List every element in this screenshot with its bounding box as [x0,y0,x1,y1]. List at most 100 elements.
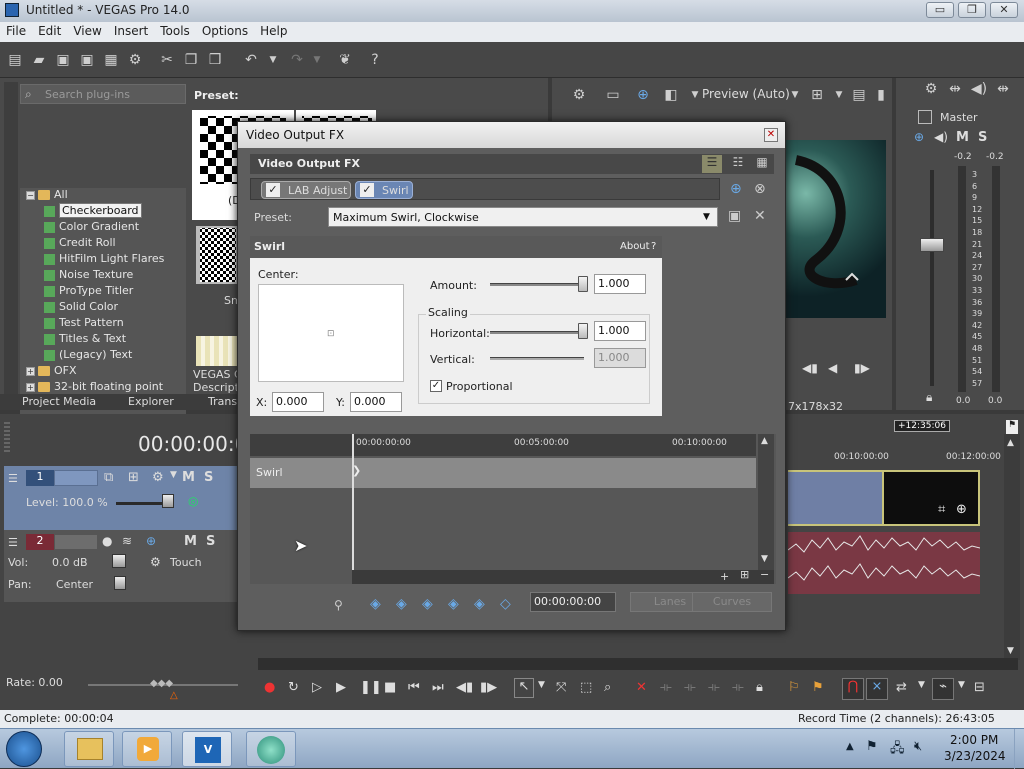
center-picker[interactable]: ⊡ [258,284,404,382]
help-question-icon[interactable]: ? [651,241,656,252]
track-2-solo-button[interactable]: S [206,534,215,549]
cut-icon[interactable]: ✂ [158,51,176,69]
tree-item[interactable]: Test Pattern [44,316,124,332]
copy-snapshot-icon[interactable]: ▤ [850,86,868,104]
delete-icon[interactable]: ✕ [636,680,647,695]
prev-frame-icon[interactable]: ◀▮ [802,361,818,375]
tree-item[interactable]: (Legacy) Text [44,348,132,364]
split-view-icon[interactable]: ◧ [662,86,680,104]
trim-end-icon[interactable]: ⟛ [684,680,696,695]
save-icon[interactable]: ▣ [54,51,72,69]
marker-flag-icon[interactable]: ⚑ [1006,420,1018,434]
monitor-icon[interactable]: ▭ [604,86,622,104]
redo-icon[interactable]: ↷ [288,51,306,69]
new-file-icon[interactable]: ▤ [6,51,24,69]
overlays-dropdown-icon[interactable]: ▼ [830,86,848,104]
vertical-slider[interactable] [490,357,584,360]
lock-icon[interactable]: 🔒︎ [756,680,763,695]
close-window-button[interactable]: ✕ [990,2,1018,18]
track-collapse-icon[interactable]: ☰ [8,472,18,485]
envelopes-dropdown-icon[interactable]: ▼ [958,680,965,690]
ignore-grouping-icon[interactable]: ⊟ [974,680,985,695]
master-bypass-icon[interactable]: ◀) [934,130,948,144]
trim-icon[interactable]: ⟛ [732,680,744,695]
y-input[interactable]: 0.000 [350,392,402,412]
tree-item[interactable]: Titles & Text [44,332,126,348]
kf-zoom-out-icon[interactable]: − [760,568,769,581]
go-to-start-icon[interactable]: ⏮ [408,680,420,695]
stop-icon[interactable]: ■ [384,680,396,695]
restore-button[interactable]: ❐ [958,2,986,18]
split-icon[interactable]: ⟛ [708,680,720,695]
quality-dropdown-icon[interactable]: ▼ [786,86,804,104]
track-2-pan-thumb[interactable] [114,576,126,590]
track-composite-icon[interactable]: ⊞ [128,470,139,485]
horizontal-slider-thumb[interactable] [578,323,588,339]
go-to-end-icon[interactable]: ⏭ [432,680,444,695]
master-fx-gear-icon[interactable]: ⚙ [922,80,940,98]
undo-dropdown-icon[interactable]: ▼ [264,51,282,69]
horizontal-input[interactable]: 1.000 [594,321,646,341]
expand-toggle-icon[interactable]: + [26,382,35,392]
proportional-checkbox[interactable]: ✓ [430,380,442,392]
loop-playback-icon[interactable]: ↻ [288,680,299,695]
redo-dropdown-icon[interactable]: ▼ [308,51,326,69]
last-keyframe-icon[interactable]: ◈ [448,596,459,612]
prev-frame-transport-icon[interactable]: ◀▮ [456,680,473,695]
edit-tool-dropdown-icon[interactable]: ▼ [538,680,545,690]
track-1-level-thumb[interactable] [162,494,174,508]
track-fx-dropdown-icon[interactable]: ▼ [170,470,177,480]
paste-icon[interactable]: ❒ [206,51,224,69]
sync-cursor-lock-icon[interactable]: ⚲ [334,598,343,612]
master-automation-icon[interactable]: ⇹ [994,80,1012,98]
master-fader-handle[interactable] [920,238,944,252]
collapse-toggle-icon[interactable]: − [26,190,35,200]
tree-item[interactable]: Solid Color [44,300,118,316]
insert-marker-icon[interactable]: ⚐ [788,680,800,695]
record-icon[interactable]: ● [264,680,275,695]
normal-edit-tool-icon[interactable]: ↖ [514,678,534,698]
video-track-header[interactable]: ☰ 1 ⧉ ⊞ ⚙ ▼ M S Level: 100.0 % ◎ [4,466,258,530]
track-2-vol-thumb[interactable] [112,554,126,568]
tree-item[interactable]: Color Gradient [44,220,139,236]
amount-slider-thumb[interactable] [578,276,588,292]
keyframe-cursor[interactable] [352,434,354,570]
video-fx-gear-icon[interactable]: ⚙ [570,86,588,104]
add-fx-icon[interactable]: ⊕ [730,181,742,197]
amount-slider[interactable] [490,283,586,286]
auto-ripple-icon[interactable]: ⇄ [896,680,907,695]
keyframe-timecode[interactable]: 00:00:00:00 [530,592,616,612]
preview-quality-dropdown[interactable]: Preview (Auto) [702,87,790,101]
action-center-flag-icon[interactable]: ⚑ [866,739,878,754]
add-keyframe-icon[interactable]: ◈ [474,596,485,612]
properties-gear-icon[interactable]: ⚙ [126,51,144,69]
clock-time[interactable]: 2:00 PM [950,733,998,747]
envelope-tool-icon[interactable]: ⤧ [556,680,566,695]
next-frame-transport-icon[interactable]: ▮▶ [480,680,497,695]
track-fx-icon[interactable]: ⚙ [152,470,164,485]
master-solo-button[interactable]: S [978,130,987,145]
snapping-icon[interactable]: ⋂ [842,678,864,700]
dialog-close-button[interactable]: ✕ [764,128,778,142]
track-2-collapse-icon[interactable]: ☰ [8,536,18,549]
kf-scroll-down-icon[interactable]: ▼ [761,554,768,564]
view-compact-icon[interactable]: ☷ [728,155,748,173]
keyframe-track-row[interactable]: Swirl ❯ [250,458,756,488]
color-bars-thumbnail[interactable] [196,336,240,366]
next-frame-icon[interactable]: ▮▶ [854,361,870,375]
view-list-icon[interactable]: ☰ [702,155,722,173]
master-lock-icon[interactable]: 🔒︎ [926,390,932,405]
start-button[interactable] [6,731,42,767]
auto-crossfade-icon[interactable]: ⨯ [866,678,888,700]
expand-toggle-icon[interactable]: + [26,366,35,376]
curves-button[interactable]: Curves [692,592,772,612]
search-plugins-box[interactable]: ⌕ Search plug-ins [20,84,186,104]
center-crosshair-icon[interactable]: ⊡ [327,329,335,339]
tab-project-media[interactable]: Project Media [22,395,96,408]
show-desktop-button[interactable] [1014,729,1024,769]
master-fader-track[interactable] [930,170,934,386]
tree-item[interactable]: − All [26,188,68,204]
audio-clip[interactable] [787,532,981,594]
save-as-icon[interactable]: ▣ [78,51,96,69]
kf-horizontal-scrollbar[interactable]: + ⊞ − [352,568,774,584]
